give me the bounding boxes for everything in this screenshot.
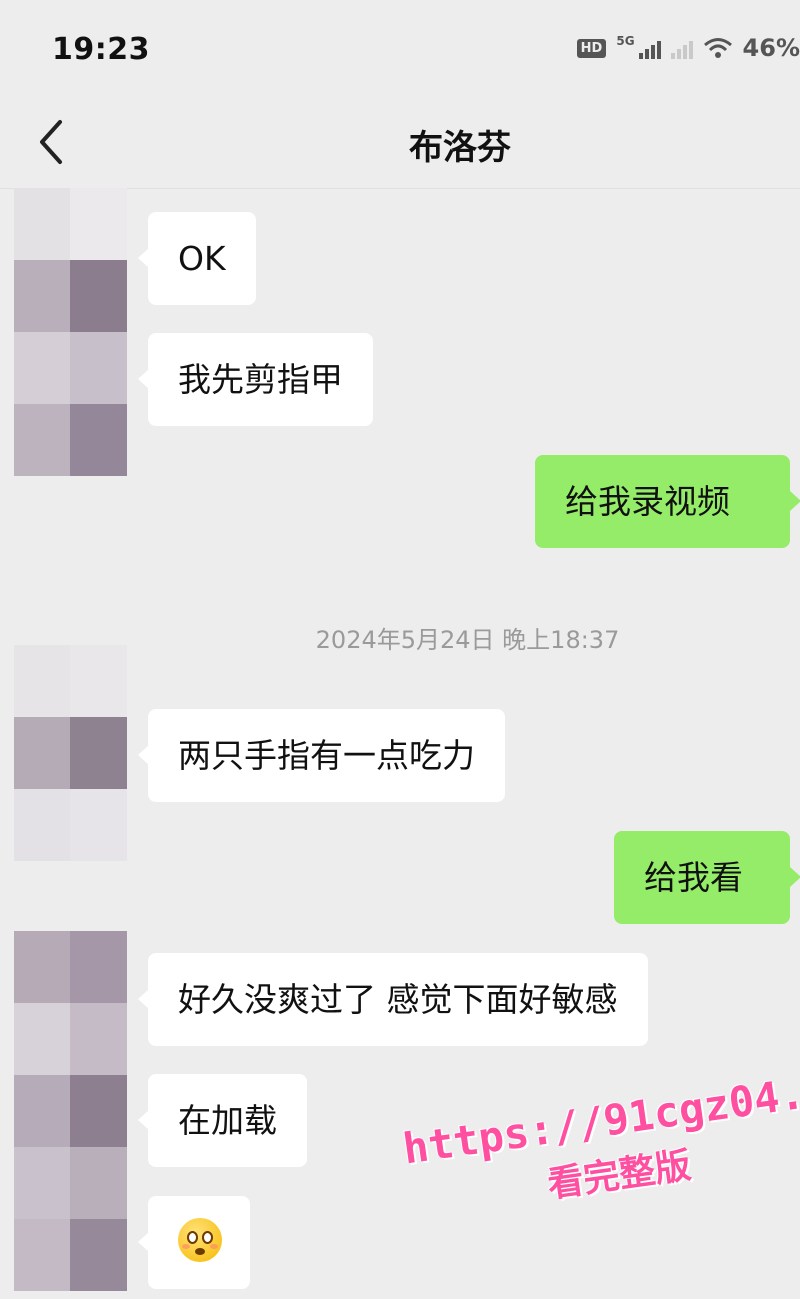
contact-avatar[interactable] [14,188,127,476]
watermark: https://91cgz04.com 看完整版 [400,1058,800,1227]
network-type-label: 5G [616,34,635,48]
chat-header: 布洛芬 [0,100,800,189]
battery-level: 46% [742,34,800,62]
incoming-message[interactable]: 在加载 [138,1074,307,1167]
incoming-message[interactable]: 两只手指有一点吃力 [138,709,505,802]
contact-avatar[interactable] [14,931,127,1291]
outgoing-message[interactable]: 给我看 [614,831,800,924]
contact-name: 布洛芬 [409,128,511,168]
pleading-face-emoji-icon [178,1218,222,1262]
incoming-message[interactable]: 好久没爽过了 感觉下面好敏感 [138,953,648,1046]
signal-strength-icon [638,37,661,59]
hd-icon: HD [576,38,607,58]
secondary-signal-icon [670,37,693,59]
status-time: 19:23 [52,32,150,67]
contact-avatar[interactable] [14,645,127,861]
status-icons: HD 5G 46% [576,34,800,62]
status-bar: 19:23 HD 5G 46% [0,0,800,100]
wifi-icon [703,38,732,58]
incoming-message[interactable]: OK [138,212,256,305]
incoming-message[interactable]: 我先剪指甲 [138,333,373,426]
incoming-emoji-message[interactable] [138,1196,250,1289]
message-timestamp: 2024年5月24日 晚上18:37 [315,626,620,654]
outgoing-message[interactable]: 给我录视频 [535,455,800,548]
